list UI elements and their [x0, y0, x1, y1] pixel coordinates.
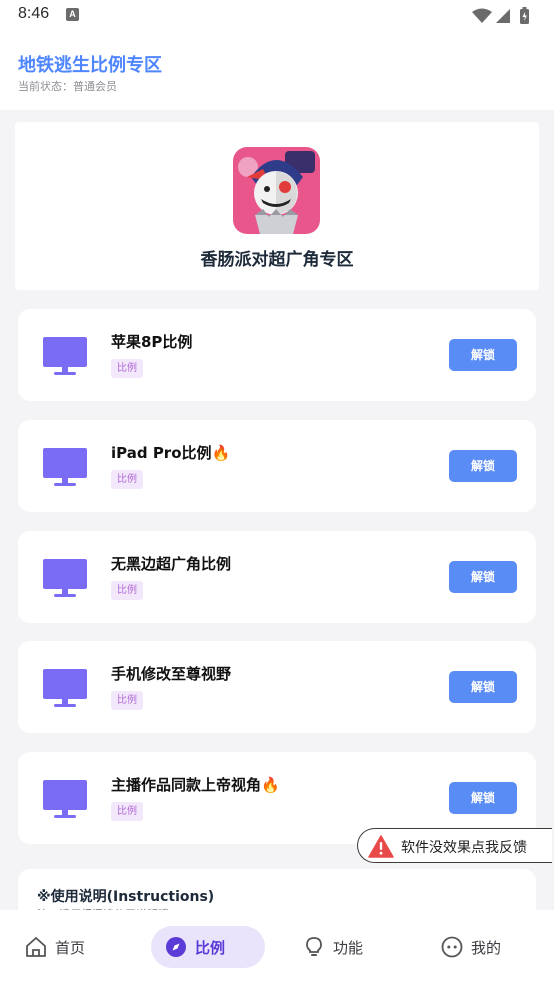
unlock-button[interactable]: 解锁 [449, 671, 517, 703]
monitor-icon [43, 780, 87, 818]
nav-label: 功能 [333, 938, 364, 957]
compass-icon [166, 937, 186, 957]
nav-mine[interactable]: 我的 [441, 926, 501, 968]
list-item[interactable]: 手机修改至尊视野 比例 解锁 [18, 641, 536, 733]
warning-icon [368, 835, 394, 858]
monitor-icon [43, 448, 87, 486]
monitor-icon [43, 337, 87, 375]
hero-title: 香肠派对超广角专区 [200, 250, 354, 270]
nav-home[interactable]: 首页 [25, 926, 85, 968]
battery-icon [520, 7, 529, 24]
bottom-nav: 首页 比例 功能 我的 [0, 910, 554, 984]
membership-status: 当前状态：普通会员 [18, 80, 117, 93]
unlock-button[interactable]: 解锁 [449, 339, 517, 371]
wifi-icon [472, 8, 492, 23]
lightbulb-icon [306, 937, 322, 956]
unlock-button[interactable]: 解锁 [449, 782, 517, 814]
feedback-button[interactable]: 软件没效果点我反馈 [357, 828, 552, 863]
item-title: 手机修改至尊视野 [111, 665, 232, 683]
nav-label: 比例 [195, 938, 226, 957]
face-icon [441, 936, 463, 958]
nav-label: 我的 [471, 938, 502, 957]
item-title: iPad Pro比例🔥 [111, 444, 231, 462]
hero-banner[interactable]: 香肠派对超广角专区 [15, 122, 539, 290]
status-time: 8:46 [18, 5, 50, 22]
page-title: 地铁逃生比例专区 [18, 55, 162, 76]
feedback-label: 软件没效果点我反馈 [401, 840, 527, 856]
status-icons [472, 7, 529, 24]
item-tag: 比例 [111, 470, 143, 489]
unlock-button[interactable]: 解锁 [449, 561, 517, 593]
nav-features[interactable]: 功能 [303, 926, 363, 968]
item-title: 主播作品同款上帝视角🔥 [111, 776, 280, 794]
fire-icon: 🔥 [211, 444, 231, 462]
list-item[interactable]: 无黑边超广角比例 比例 解锁 [18, 531, 536, 623]
item-title: 苹果8P比例 [111, 333, 193, 351]
nav-label: 首页 [55, 938, 86, 957]
game-avatar-image [233, 147, 320, 234]
app-header: 地铁逃生比例专区 当前状态：普通会员 [0, 32, 554, 110]
status-bar: 8:46 A [0, 0, 554, 32]
monitor-icon [43, 559, 87, 597]
item-tag: 比例 [111, 359, 143, 378]
notification-icon: A [66, 8, 79, 21]
nav-ratio[interactable]: 比例 [151, 926, 265, 968]
list-item[interactable]: 苹果8P比例 比例 解锁 [18, 309, 536, 401]
list-item[interactable]: iPad Pro比例🔥 比例 解锁 [18, 420, 536, 512]
item-tag: 比例 [111, 691, 143, 710]
fire-icon: 🔥 [261, 776, 280, 794]
item-tag: 比例 [111, 581, 143, 600]
monitor-icon [43, 669, 87, 707]
instructions-title: ※使用说明(Instructions) [37, 889, 215, 905]
item-title: 无黑边超广角比例 [111, 555, 232, 573]
home-icon [26, 937, 46, 957]
unlock-button[interactable]: 解锁 [449, 450, 517, 482]
item-tag: 比例 [111, 802, 143, 821]
signal-icon [496, 9, 510, 23]
